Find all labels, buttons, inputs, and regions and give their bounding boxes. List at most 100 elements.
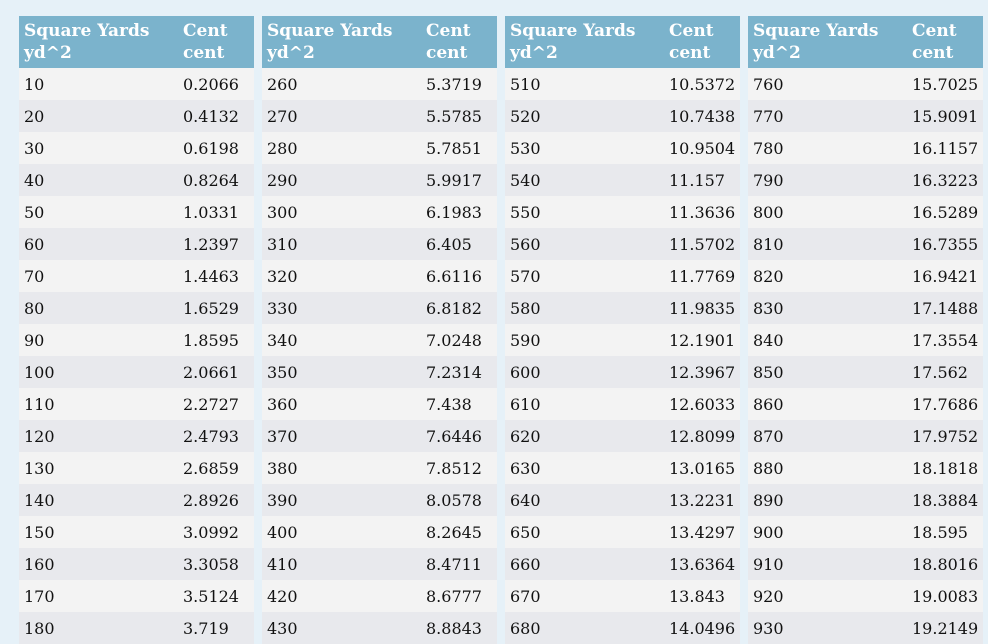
cent-cell: 15.9091 xyxy=(907,100,983,132)
square-yards-cell: 380 xyxy=(262,452,421,484)
table-row: 150 3.0992 xyxy=(19,516,254,548)
table-row: 130 2.6859 xyxy=(19,452,254,484)
square-yards-cell: 770 xyxy=(748,100,907,132)
table-row: 810 16.7355 xyxy=(748,228,983,260)
cent-cell: 1.4463 xyxy=(178,260,254,292)
cent-cell: 7.6446 xyxy=(421,420,497,452)
cent-cell: 2.8926 xyxy=(178,484,254,516)
cent-cell: 6.6116 xyxy=(421,260,497,292)
square-yards-cell: 580 xyxy=(505,292,664,324)
square-yards-cell: 390 xyxy=(262,484,421,516)
table-row: 30 0.6198 xyxy=(19,132,254,164)
cent-cell: 12.1901 xyxy=(664,324,740,356)
cent-cell: 13.0165 xyxy=(664,452,740,484)
square-yards-cell: 370 xyxy=(262,420,421,452)
table-row: 170 3.5124 xyxy=(19,580,254,612)
square-yards-cell: 50 xyxy=(19,196,178,228)
table-header-row: Square Yards yd^2 Cent cent xyxy=(748,16,983,68)
cent-cell: 6.8182 xyxy=(421,292,497,324)
cent-cell: 2.2727 xyxy=(178,388,254,420)
square-yards-cell: 260 xyxy=(262,68,421,100)
square-yards-cell: 600 xyxy=(505,356,664,388)
table-header-row: Square Yards yd^2 Cent cent xyxy=(262,16,497,68)
square-yards-cell: 880 xyxy=(748,452,907,484)
square-yards-cell: 270 xyxy=(262,100,421,132)
square-yards-cell: 920 xyxy=(748,580,907,612)
table-row: 400 8.2645 xyxy=(262,516,497,548)
table-row: 600 12.3967 xyxy=(505,356,740,388)
square-yards-cell: 910 xyxy=(748,548,907,580)
table-row: 90 1.8595 xyxy=(19,324,254,356)
square-yards-cell: 530 xyxy=(505,132,664,164)
cent-cell: 1.0331 xyxy=(178,196,254,228)
square-yards-cell: 660 xyxy=(505,548,664,580)
cent-cell: 17.3554 xyxy=(907,324,983,356)
cent-cell: 5.5785 xyxy=(421,100,497,132)
square-yards-cell: 400 xyxy=(262,516,421,548)
table-row: 650 13.4297 xyxy=(505,516,740,548)
cent-cell: 10.9504 xyxy=(664,132,740,164)
cent-cell: 3.719 xyxy=(178,612,254,644)
square-yards-cell: 830 xyxy=(748,292,907,324)
table-row: 630 13.0165 xyxy=(505,452,740,484)
cent-cell: 10.7438 xyxy=(664,100,740,132)
table-row: 880 18.1818 xyxy=(748,452,983,484)
square-yards-cell: 640 xyxy=(505,484,664,516)
table-row: 260 5.3719 xyxy=(262,68,497,100)
square-yards-cell: 510 xyxy=(505,68,664,100)
square-yards-cell: 870 xyxy=(748,420,907,452)
cent-cell: 11.7769 xyxy=(664,260,740,292)
square-yards-cell: 40 xyxy=(19,164,178,196)
cent-cell: 18.1818 xyxy=(907,452,983,484)
cent-cell: 3.3058 xyxy=(178,548,254,580)
table-row: 890 18.3884 xyxy=(748,484,983,516)
table-row: 360 7.438 xyxy=(262,388,497,420)
table-row: 510 10.5372 xyxy=(505,68,740,100)
table-row: 290 5.9917 xyxy=(262,164,497,196)
table-row: 620 12.8099 xyxy=(505,420,740,452)
conversion-table-3: Square Yards yd^2 Cent cent 510 10.5372 52… xyxy=(505,16,740,644)
cent-cell: 8.4711 xyxy=(421,548,497,580)
table-row: 330 6.8182 xyxy=(262,292,497,324)
table-row: 120 2.4793 xyxy=(19,420,254,452)
conversion-table-4: Square Yards yd^2 Cent cent 760 15.7025 77… xyxy=(748,16,983,644)
square-yards-cell: 330 xyxy=(262,292,421,324)
square-yards-cell: 80 xyxy=(19,292,178,324)
table-row: 160 3.3058 xyxy=(19,548,254,580)
table-row: 900 18.595 xyxy=(748,516,983,548)
square-yards-cell: 180 xyxy=(19,612,178,644)
table-row: 860 17.7686 xyxy=(748,388,983,420)
square-yards-cell: 810 xyxy=(748,228,907,260)
table-row: 410 8.4711 xyxy=(262,548,497,580)
square-yards-header-unit: yd^2 xyxy=(510,43,558,63)
cent-cell: 18.8016 xyxy=(907,548,983,580)
square-yards-cell: 630 xyxy=(505,452,664,484)
cent-cell: 1.6529 xyxy=(178,292,254,324)
cent-cell: 5.9917 xyxy=(421,164,497,196)
table-row: 870 17.9752 xyxy=(748,420,983,452)
cent-cell: 11.157 xyxy=(664,164,740,196)
table-row: 430 8.8843 xyxy=(262,612,497,644)
square-yards-header: Square Yards yd^2 xyxy=(505,16,664,68)
square-yards-header-unit: yd^2 xyxy=(24,43,72,63)
cent-cell: 19.0083 xyxy=(907,580,983,612)
table-row: 840 17.3554 xyxy=(748,324,983,356)
square-yards-cell: 170 xyxy=(19,580,178,612)
table-row: 390 8.0578 xyxy=(262,484,497,516)
cent-cell: 14.0496 xyxy=(664,612,740,644)
table-row: 820 16.9421 xyxy=(748,260,983,292)
square-yards-cell: 160 xyxy=(19,548,178,580)
cent-cell: 7.438 xyxy=(421,388,497,420)
cent-cell: 8.8843 xyxy=(421,612,497,644)
square-yards-cell: 130 xyxy=(19,452,178,484)
square-yards-cell: 420 xyxy=(262,580,421,612)
table-row: 300 6.1983 xyxy=(262,196,497,228)
table-row: 560 11.5702 xyxy=(505,228,740,260)
table-row: 580 11.9835 xyxy=(505,292,740,324)
table-row: 590 12.1901 xyxy=(505,324,740,356)
table-row: 530 10.9504 xyxy=(505,132,740,164)
table-row: 370 7.6446 xyxy=(262,420,497,452)
square-yards-header-unit: yd^2 xyxy=(753,43,801,63)
square-yards-cell: 70 xyxy=(19,260,178,292)
table-header-row: Square Yards yd^2 Cent cent xyxy=(505,16,740,68)
